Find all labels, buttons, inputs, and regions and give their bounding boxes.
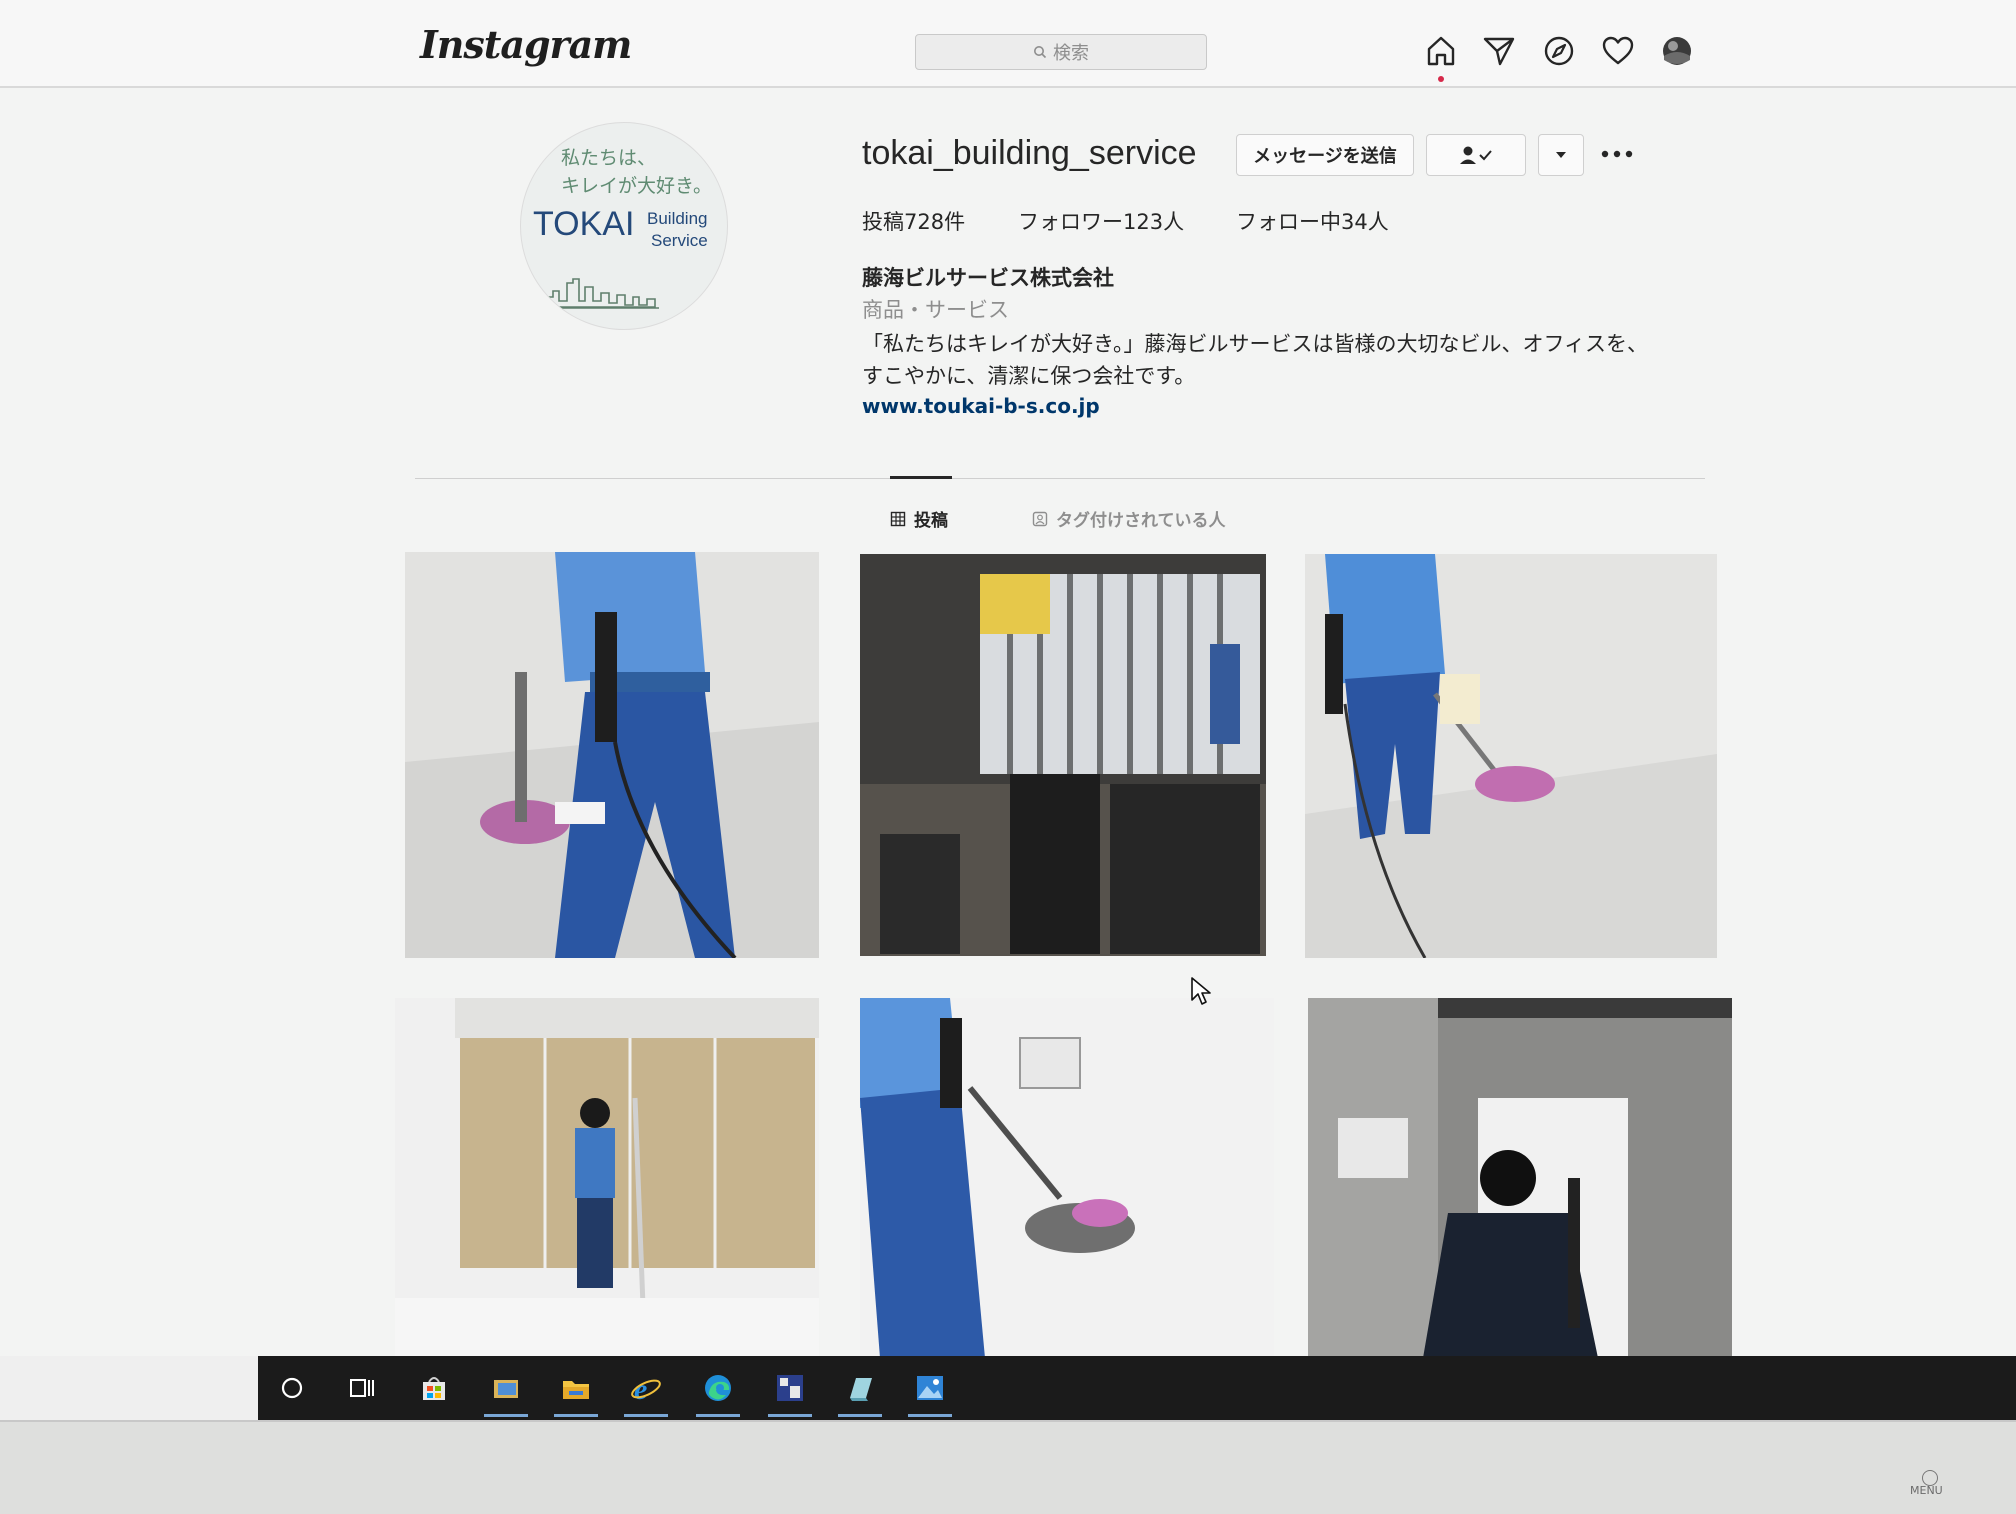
post-image-blind-cleaning	[395, 998, 819, 1358]
post-thumbnail[interactable]	[1305, 554, 1717, 958]
send-message-button[interactable]: メッセージを送信	[1236, 134, 1414, 176]
task-view-icon[interactable]	[346, 1372, 378, 1404]
file-explorer-icon[interactable]	[560, 1372, 592, 1404]
tab-tagged[interactable]: タグ付けされている人	[1032, 506, 1226, 531]
explore-compass-icon[interactable]	[1542, 34, 1576, 68]
internet-explorer-icon[interactable]: e	[630, 1372, 662, 1404]
cortana-search-icon[interactable]	[276, 1372, 308, 1404]
profile-category: 商品・サービス	[862, 298, 1009, 322]
monitor-menu-label: MENU	[1910, 1484, 1943, 1497]
avatar-slogan-line2: キレイが大好き。	[561, 175, 713, 197]
monitor-bezel	[0, 1420, 2016, 1514]
post-image-corridor-cleaning	[860, 554, 1266, 956]
running-app-indicator	[554, 1414, 598, 1417]
home-icon[interactable]	[1424, 34, 1458, 68]
screen: Instagram 検索 私たちは、 キレイが大好き。 TOKAI Buildi…	[0, 0, 2016, 1420]
profile-avatar[interactable]: 私たちは、 キレイが大好き。 TOKAI Building Service	[520, 122, 728, 330]
tab-posts[interactable]: 投稿	[890, 506, 948, 531]
post-thumbnail[interactable]	[1308, 998, 1732, 1358]
profile-bio-line1: 「私たちはキレイが大好き。」藤海ビルサービスは皆様の大切なビル、オフィスを、	[862, 332, 1649, 356]
profile-avatar-icon[interactable]	[1660, 34, 1694, 68]
running-app-indicator	[768, 1414, 812, 1417]
post-image-floor-polisher-closeup	[405, 552, 819, 958]
post-thumbnail[interactable]	[395, 998, 819, 1358]
search-icon	[1034, 46, 1047, 59]
post-image-floor-polishing-worker	[1305, 554, 1717, 958]
profile-username: tokai_building_service	[862, 134, 1197, 172]
followers-count-link[interactable]: フォロワー123人	[1018, 206, 1184, 236]
active-tab-indicator	[890, 476, 952, 479]
taskbar-left-blank	[0, 1356, 258, 1420]
tab-posts-label: 投稿	[914, 511, 948, 531]
microsoft-store-icon[interactable]	[418, 1372, 450, 1404]
mouse-pointer-icon	[1191, 977, 1211, 1005]
more-options-icon[interactable]	[1600, 144, 1634, 164]
post-thumbnail[interactable]	[405, 552, 819, 958]
post-image-doorway-silhouette	[1308, 998, 1732, 1358]
post-thumbnail[interactable]	[860, 998, 1274, 1358]
notepad-app-icon[interactable]	[844, 1372, 876, 1404]
suggested-accounts-dropdown-button[interactable]	[1538, 134, 1584, 176]
search-placeholder: 検索	[1053, 43, 1089, 64]
following-count-link[interactable]: フォロー中34人	[1236, 206, 1389, 236]
grid-icon	[890, 511, 906, 526]
photos-app-icon[interactable]	[914, 1372, 946, 1404]
instagram-logo[interactable]: Instagram	[420, 22, 632, 67]
top-navigation-bar: Instagram 検索	[0, 0, 2016, 88]
tab-divider	[415, 478, 1705, 479]
microsoft-edge-icon[interactable]	[702, 1372, 734, 1404]
post-thumbnail[interactable]	[860, 554, 1266, 956]
tab-tagged-label: タグ付けされている人	[1056, 511, 1226, 531]
direct-message-icon[interactable]	[1482, 34, 1516, 68]
avatar-service-text: Service	[651, 231, 708, 250]
home-notification-dot	[1438, 76, 1444, 82]
photo-viewer-app-icon[interactable]	[490, 1372, 522, 1404]
avatar-building-text: Building	[647, 209, 708, 228]
caret-down-icon	[1556, 152, 1566, 158]
avatar-brand-text: TOKAI	[533, 205, 635, 243]
following-status-button[interactable]	[1426, 134, 1526, 176]
running-app-indicator	[838, 1414, 882, 1417]
running-app-indicator	[908, 1414, 952, 1417]
profile-website-link[interactable]: www.toukai-b-s.co.jp	[862, 394, 1100, 418]
post-image-floor-machine-detail	[860, 998, 1274, 1358]
running-app-indicator	[696, 1414, 740, 1417]
posts-count: 投稿728件	[862, 210, 966, 234]
avatar-slogan-line1: 私たちは、	[561, 147, 657, 169]
running-app-indicator	[624, 1414, 668, 1417]
user-check-icon	[1460, 146, 1492, 164]
running-app-indicator	[484, 1414, 528, 1417]
activity-heart-icon[interactable]	[1601, 34, 1635, 68]
profile-bio-line2: すこやかに、清潔に保つ会社です。	[862, 364, 1196, 388]
tagged-user-icon	[1032, 511, 1048, 526]
profile-full-name: 藤海ビルサービス株式会社	[862, 266, 1114, 290]
search-input[interactable]: 検索	[915, 34, 1207, 70]
skyline-icon	[543, 278, 659, 309]
japanese-input-app-icon[interactable]	[774, 1372, 806, 1404]
